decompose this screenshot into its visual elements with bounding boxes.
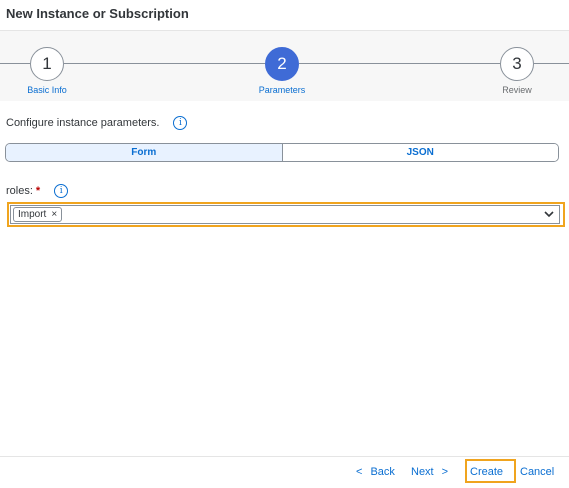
back-button-label: Back xyxy=(370,466,395,478)
dialog-title: New Instance or Subscription xyxy=(6,6,189,21)
chevron-down-icon[interactable] xyxy=(539,206,559,223)
configure-parameters-row: Configure instance parameters. i xyxy=(6,116,188,130)
tab-json[interactable]: JSON xyxy=(282,144,558,161)
form-json-toggle: Form JSON xyxy=(5,143,559,162)
tab-form-label: Form xyxy=(131,147,157,158)
wizard-step-1-label[interactable]: Basic Info xyxy=(27,85,67,95)
create-button[interactable]: Create xyxy=(470,466,503,478)
wizard-step-number: 3 xyxy=(512,54,522,73)
new-instance-dialog: New Instance or Subscription 1 Basic Inf… xyxy=(0,0,569,488)
wizard-step-1[interactable]: 1 xyxy=(30,47,64,81)
next-button-label: Next xyxy=(411,466,434,478)
required-asterisk: * xyxy=(35,185,41,197)
cancel-button[interactable]: Cancel xyxy=(520,466,554,478)
next-button[interactable]: Next > xyxy=(411,466,448,478)
wizard-step-2[interactable]: 2 xyxy=(265,47,299,81)
roles-field-label: roles: * i xyxy=(6,184,69,198)
information-icon[interactable]: i xyxy=(54,184,69,198)
role-token-import[interactable]: Import × xyxy=(13,207,63,222)
token-remove-icon[interactable]: × xyxy=(51,209,57,220)
configure-parameters-text: Configure instance parameters. xyxy=(6,117,160,129)
wizard-connector-line xyxy=(534,63,569,64)
tab-json-label: JSON xyxy=(406,147,434,158)
wizard-step-number: 1 xyxy=(42,54,52,73)
wizard-connector-line xyxy=(299,63,500,64)
wizard-connector-line xyxy=(0,63,30,64)
information-icon[interactable]: i xyxy=(173,116,188,130)
wizard-step-3: 3 xyxy=(500,47,534,81)
roles-input[interactable] xyxy=(62,205,539,224)
tab-form[interactable]: Form xyxy=(6,144,283,161)
cancel-button-label: Cancel xyxy=(520,466,555,478)
roles-multi-input[interactable]: Import × xyxy=(10,205,560,224)
chevron-right-icon: > xyxy=(441,466,449,478)
wizard-step-number: 2 xyxy=(277,54,287,73)
wizard-connector-line xyxy=(64,63,265,64)
roles-label: roles: xyxy=(6,185,33,197)
create-button-label: Create xyxy=(470,466,504,478)
wizard-step-3-label: Review xyxy=(502,85,532,95)
chevron-left-icon: < xyxy=(356,466,363,478)
back-button[interactable]: < Back xyxy=(356,466,395,478)
token-label: Import xyxy=(18,209,47,220)
wizard-step-2-label[interactable]: Parameters xyxy=(259,85,306,95)
